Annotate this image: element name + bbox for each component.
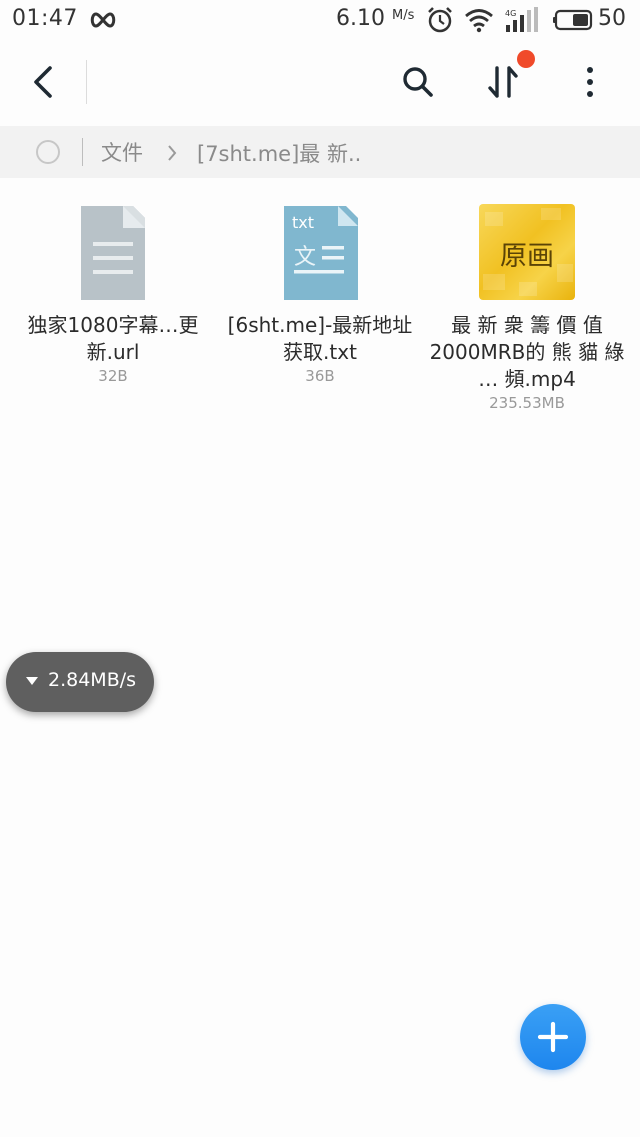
back-icon[interactable] bbox=[22, 60, 66, 104]
signal-type-label: 4G bbox=[505, 9, 516, 18]
add-button[interactable] bbox=[520, 1004, 586, 1070]
toolbar-divider bbox=[86, 60, 87, 104]
download-speed-text: 2.84MB/s bbox=[48, 669, 137, 691]
status-time: 01:47 bbox=[12, 6, 78, 31]
breadcrumb: 文件 [7sht.me]最 新.. bbox=[0, 126, 640, 178]
more-icon[interactable] bbox=[568, 60, 612, 104]
file-item[interactable]: 原画 最 新 衆 籌 價 值 2000MRB的 熊 貓 綠 … 頻.mp4 23… bbox=[422, 204, 632, 412]
infinity-icon bbox=[90, 12, 116, 28]
txt-icon-tag: txt bbox=[292, 213, 314, 232]
file-size: 32B bbox=[98, 367, 128, 385]
search-icon[interactable] bbox=[396, 60, 440, 104]
breadcrumb-divider bbox=[82, 138, 83, 166]
file-name: 独家1080字幕…更新.url bbox=[27, 313, 199, 364]
video-thumbnail-label: 原画 bbox=[500, 241, 554, 272]
signal-icon: 4G bbox=[505, 7, 538, 32]
file-name: [6sht.me]-最新地址获取.txt bbox=[227, 313, 413, 364]
breadcrumb-root[interactable]: 文件 bbox=[101, 137, 143, 167]
plus-icon bbox=[537, 1021, 569, 1053]
alarm-icon bbox=[428, 7, 452, 33]
txt-icon: txt 文 bbox=[284, 206, 358, 300]
status-bar: 01:47 6.10 M/s 4G 50 bbox=[0, 0, 640, 42]
sort-icon[interactable] bbox=[480, 60, 526, 104]
txt-icon-char: 文 bbox=[294, 245, 316, 270]
download-arrow-icon bbox=[26, 677, 38, 685]
battery-percent: 50 bbox=[598, 6, 626, 31]
sort-badge-dot bbox=[517, 50, 535, 68]
document-icon bbox=[81, 206, 145, 300]
file-size: 235.53MB bbox=[489, 394, 565, 412]
breadcrumb-current[interactable]: [7sht.me]最 新.. bbox=[197, 138, 361, 168]
file-item[interactable]: 独家1080字幕…更新.url 32B bbox=[8, 204, 218, 385]
breadcrumb-home-icon[interactable] bbox=[36, 140, 60, 164]
download-speed-indicator[interactable]: 2.84MB/s bbox=[6, 652, 154, 712]
toolbar bbox=[0, 42, 640, 124]
file-item[interactable]: txt 文 [6sht.me]-最新地址获取.txt 36B bbox=[215, 204, 425, 385]
network-speed: 6.10 M/s bbox=[336, 6, 415, 31]
file-name: 最 新 衆 籌 價 值 2000MRB的 熊 貓 綠 … 頻.mp4 bbox=[429, 313, 625, 391]
wifi-icon bbox=[465, 9, 493, 33]
video-thumbnail: 原画 bbox=[479, 204, 575, 300]
file-size: 36B bbox=[305, 367, 335, 385]
chevron-right-icon bbox=[168, 145, 177, 161]
battery-icon bbox=[553, 9, 593, 31]
